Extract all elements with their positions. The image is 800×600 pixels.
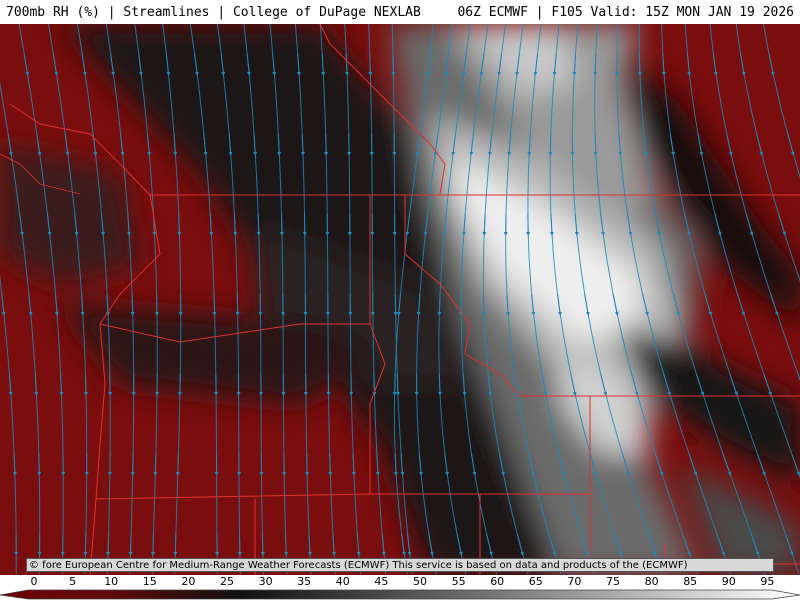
colorbar-tick-label: 30 [258, 575, 273, 588]
colorbar-tick-label: 35 [297, 575, 312, 588]
streamline-arrow [177, 213, 182, 236]
colorbar-tick-label: 60 [490, 575, 505, 588]
streamline-arrow [128, 533, 133, 556]
map-header: 700mb RH (%) | Streamlines | College of … [0, 0, 800, 24]
colorbar-tick-label: 25 [220, 575, 234, 588]
colorbar-tick-label: 55 [451, 575, 466, 588]
streamline-arrow [328, 453, 333, 476]
streamline-arrow [83, 533, 88, 556]
ecmwf-credit: © fore European Centre for Medium-Range … [26, 558, 774, 572]
streamline-arrow [153, 453, 158, 476]
colorbar-tick-label: 70 [567, 575, 582, 588]
streamline-arrow [130, 293, 135, 316]
streamline-arrow [37, 453, 42, 476]
colorbar-bar [0, 589, 800, 600]
streamline-arrow [260, 533, 265, 556]
colorbar-tick-label: 50 [413, 575, 427, 588]
colorbar-tick-label: 80 [644, 575, 659, 588]
streamline-arrow [256, 213, 261, 236]
streamline-arrow [482, 293, 487, 316]
colorbar-ticks: 0 5 10 15 20 25 30 35 40 45 50 55 60 65 70 75 80 85 90 95 [0, 575, 800, 589]
rh-streamline-map [0, 24, 800, 575]
streamline-arrow [368, 53, 373, 76]
streamline-arrow [324, 133, 329, 156]
colorbar-tick-label: 15 [142, 575, 157, 588]
streamline-arrow [437, 373, 442, 396]
colorbar-tick-label: 95 [760, 575, 775, 588]
streamline-arrow [593, 133, 598, 156]
model-run-valid-time: 06Z ECMWF | F105 Valid: 15Z MON JAN 19 2… [457, 5, 794, 20]
streamline-arrow [593, 53, 598, 76]
colorbar-tick-label: 10 [104, 575, 119, 588]
colorbar-tick-label: 20 [181, 575, 196, 588]
streamline-arrow [284, 533, 289, 556]
streamline-arrow [175, 453, 180, 476]
streamline-arrow [637, 53, 642, 76]
colorbar-tick-label: 0 [30, 575, 38, 588]
colorbar-tick-label: 85 [683, 575, 698, 588]
streamline-arrow [173, 533, 178, 556]
streamline-arrow [548, 133, 553, 156]
streamline-arrow [279, 213, 284, 236]
streamline-arrow [392, 373, 397, 396]
streamline-arrow [83, 373, 88, 396]
colorbar-tick-label: 90 [721, 575, 736, 588]
colorbar [0, 589, 800, 600]
colorbar-tick-label: 45 [374, 575, 389, 588]
colorbar-tick-label: 75 [606, 575, 620, 588]
colorbar-tick-label: 40 [335, 575, 350, 588]
streamline-arrow [395, 373, 400, 396]
product-title: 700mb RH (%) | Streamlines | College of … [6, 5, 421, 20]
streamline-arrow [212, 293, 217, 316]
colorbar-tick-label: 5 [69, 575, 77, 588]
streamline-arrow [150, 533, 155, 556]
colorbar-tick-label: 65 [528, 575, 543, 588]
streamline-arrow [106, 533, 111, 556]
